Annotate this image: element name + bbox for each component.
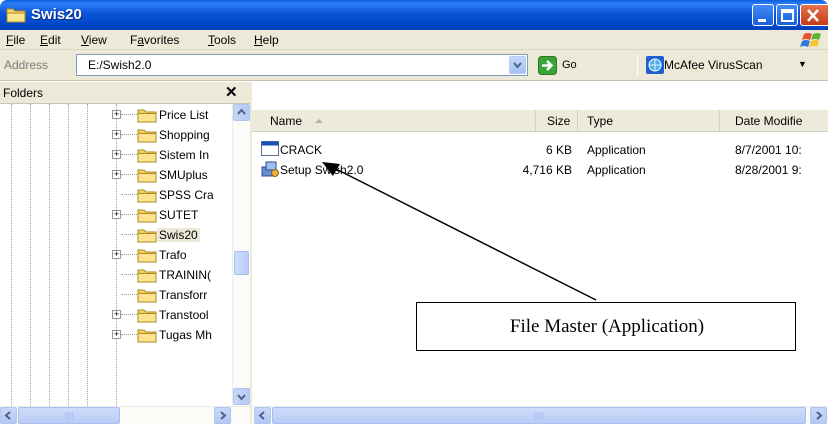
annotation-arrow	[322, 162, 597, 301]
annotation-callout: File Master (Application)	[416, 302, 796, 351]
annotation-text: File Master (Application)	[509, 316, 705, 337]
